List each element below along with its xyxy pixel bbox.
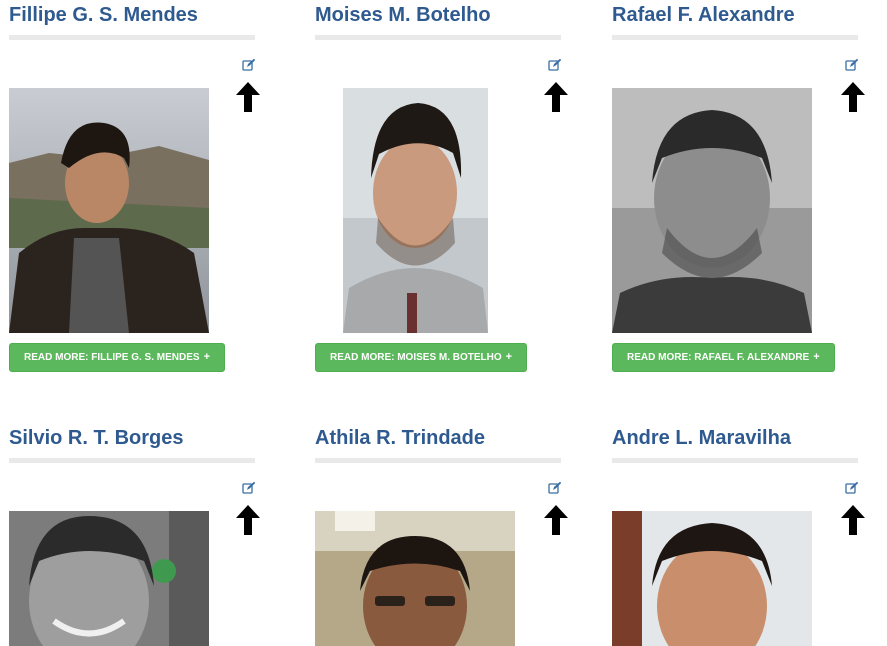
plus-icon: + bbox=[203, 351, 211, 363]
person-photo bbox=[9, 511, 209, 646]
divider bbox=[315, 35, 561, 40]
read-more-button[interactable]: READ MORE: MOISES M. BOTELHO + bbox=[315, 343, 528, 372]
person-photo bbox=[9, 88, 209, 333]
person-name[interactable]: Andre L. Maravilha bbox=[612, 427, 791, 450]
person-name[interactable]: Fillipe G. S. Mendes bbox=[9, 4, 198, 27]
person-name[interactable]: Silvio R. T. Borges bbox=[9, 427, 183, 450]
plus-icon: + bbox=[813, 351, 820, 363]
up-arrow-icon[interactable] bbox=[544, 505, 568, 535]
edit-icon[interactable] bbox=[845, 481, 861, 497]
read-more-label: READ MORE: FILLIPE G. S. MENDES bbox=[24, 352, 200, 363]
divider bbox=[9, 458, 255, 463]
divider bbox=[9, 35, 255, 40]
divider bbox=[315, 458, 561, 463]
divider bbox=[612, 458, 858, 463]
edit-icon[interactable] bbox=[845, 58, 861, 74]
read-more-button[interactable]: READ MORE: RAFAEL F. ALEXANDRE + bbox=[612, 343, 835, 372]
edit-icon[interactable] bbox=[242, 58, 258, 74]
up-arrow-icon[interactable] bbox=[841, 82, 865, 112]
person-photo bbox=[343, 88, 488, 333]
up-arrow-icon[interactable] bbox=[236, 82, 260, 112]
up-arrow-icon[interactable] bbox=[544, 82, 568, 112]
up-arrow-icon[interactable] bbox=[841, 505, 865, 535]
plus-icon: + bbox=[505, 351, 513, 363]
read-more-button[interactable]: READ MORE: FILLIPE G. S. MENDES + bbox=[9, 343, 226, 372]
edit-icon[interactable] bbox=[548, 58, 564, 74]
read-more-label: READ MORE: RAFAEL F. ALEXANDRE bbox=[627, 352, 810, 363]
person-photo bbox=[612, 511, 812, 646]
divider bbox=[612, 35, 858, 40]
person-name[interactable]: Rafael F. Alexandre bbox=[612, 4, 795, 27]
person-photo bbox=[612, 88, 812, 333]
person-name[interactable]: Athila R. Trindade bbox=[315, 427, 485, 450]
read-more-label: READ MORE: MOISES M. BOTELHO bbox=[330, 352, 502, 363]
up-arrow-icon[interactable] bbox=[236, 505, 260, 535]
edit-icon[interactable] bbox=[242, 481, 258, 497]
edit-icon[interactable] bbox=[548, 481, 564, 497]
person-name[interactable]: Moises M. Botelho bbox=[315, 4, 491, 27]
person-photo bbox=[315, 511, 515, 646]
